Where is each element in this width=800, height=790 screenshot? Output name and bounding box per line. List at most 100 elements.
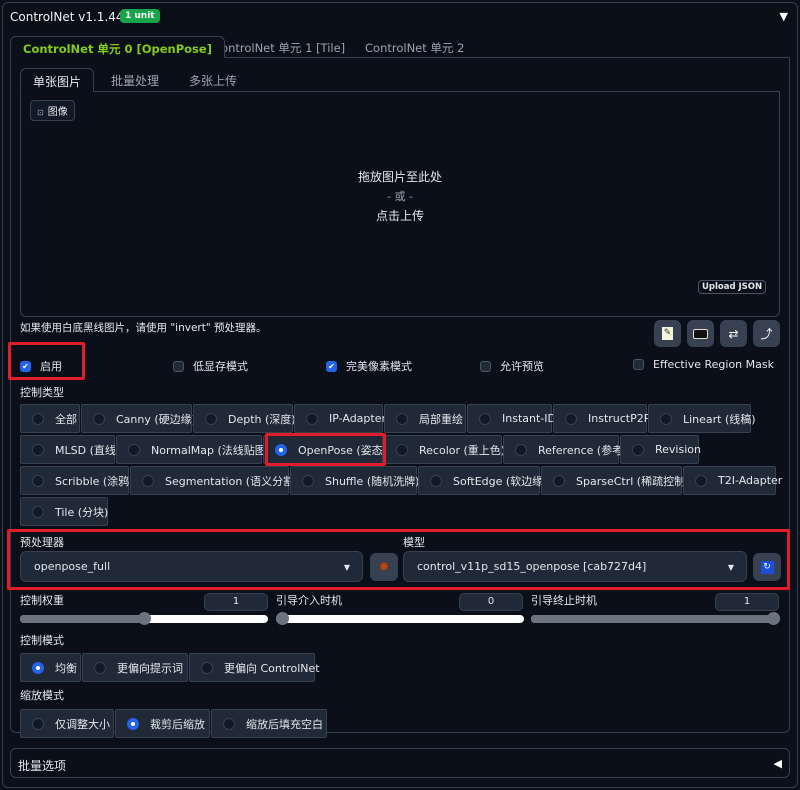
- edit-notes-icon[interactable]: ✎: [654, 320, 681, 347]
- guidance-start-slider[interactable]: [276, 612, 524, 625]
- chevron-down-icon: ▼: [343, 563, 350, 572]
- camera-icon[interactable]: [687, 320, 714, 347]
- control-type-option[interactable]: InstructP2P: [553, 404, 650, 433]
- control-weight-slider[interactable]: [20, 612, 268, 625]
- guidance-start-input[interactable]: 0: [459, 593, 523, 611]
- control-type-option-label: 全部: [55, 412, 77, 426]
- control-type-label: 控制类型: [20, 386, 64, 399]
- control-type-option-label: SoftEdge (软边缘): [453, 474, 548, 488]
- control-type-option[interactable]: 全部: [20, 404, 80, 433]
- image-label: ⊡ 图像: [30, 100, 75, 121]
- refresh-models-button[interactable]: ↻: [753, 553, 781, 581]
- invert-hint: 如果使用白底黑线图片，请使用 "invert" 预处理器。: [20, 322, 267, 334]
- pixel-perfect-checkbox[interactable]: ✔ 完美像素模式: [326, 358, 412, 374]
- control-type-option[interactable]: Revision: [620, 435, 701, 464]
- control-mode-option-label: 均衡: [55, 661, 77, 675]
- tab-single-image[interactable]: 单张图片: [20, 68, 95, 92]
- control-weight-input[interactable]: 1: [204, 593, 268, 611]
- control-type-option-label: Segmentation (语义分割): [165, 474, 299, 488]
- radio-icon: [94, 661, 106, 674]
- tab-unit-2[interactable]: ControlNet 单元 2: [353, 36, 476, 58]
- resize-mode-option-label: 仅调整大小: [55, 717, 110, 731]
- slider-handle[interactable]: [767, 612, 780, 625]
- guidance-end-input[interactable]: 1: [715, 593, 779, 611]
- control-type-option[interactable]: Reference (参考): [503, 435, 627, 464]
- triangle-left-icon[interactable]: ◀: [774, 757, 782, 770]
- radio-icon: [32, 717, 44, 730]
- batch-options-accordion[interactable]: [10, 748, 790, 778]
- or-text: - 或 -: [387, 190, 413, 203]
- control-type-option[interactable]: Depth (深度): [193, 404, 296, 433]
- guidance-end-slider[interactable]: [531, 612, 780, 625]
- resize-mode-option[interactable]: 缩放后填充空白: [211, 709, 327, 738]
- control-type-option[interactable]: IP-Adapter: [294, 404, 387, 433]
- control-type-option[interactable]: 局部重绘: [384, 404, 466, 433]
- radio-icon: [223, 717, 235, 730]
- radio-icon: [660, 412, 672, 425]
- control-type-option[interactable]: Recolor (重上色): [384, 435, 505, 464]
- control-type-option-label: IP-Adapter: [329, 412, 387, 425]
- resize-mode-option[interactable]: 裁剪后缩放: [115, 709, 210, 738]
- control-type-option[interactable]: Lineart (线稿): [648, 404, 756, 433]
- control-type-option-label: SparseCtrl (稀疏控制): [576, 474, 690, 488]
- control-type-option[interactable]: NormalMap (法线贴图): [116, 435, 270, 464]
- model-value: control_v11p_sd15_openpose [cab727d4]: [417, 560, 647, 573]
- slider-handle[interactable]: [276, 612, 289, 625]
- radio-icon: [142, 474, 154, 487]
- control-type-option-label: Depth (深度): [228, 412, 296, 426]
- control-type-option[interactable]: SoftEdge (软边缘): [418, 466, 547, 495]
- control-type-option[interactable]: MLSD (直线): [20, 435, 120, 464]
- control-type-option[interactable]: Shuffle (随机洗牌): [290, 466, 419, 495]
- tab-batch[interactable]: 批量处理: [99, 68, 171, 92]
- tab-multi-upload[interactable]: 多张上传: [177, 68, 249, 92]
- control-type-option[interactable]: Tile (分块): [20, 497, 108, 526]
- control-mode-option[interactable]: 均衡: [20, 653, 81, 682]
- radio-icon: [32, 412, 44, 425]
- control-type-option[interactable]: SparseCtrl (稀疏控制): [541, 466, 689, 495]
- triangle-down-icon[interactable]: ▼: [780, 10, 788, 23]
- control-type-option-label: Revision: [655, 443, 701, 456]
- enable-checkbox[interactable]: ✔ 启用: [20, 358, 62, 374]
- checkbox-box: [480, 360, 491, 372]
- effective-region-mask-checkbox[interactable]: Effective Region Mask: [633, 358, 774, 371]
- allow-preview-checkbox[interactable]: 允许预览: [480, 358, 544, 374]
- image-icon: ⊡: [37, 108, 44, 117]
- control-type-option-label: Tile (分块): [55, 505, 109, 519]
- tab-unit-0[interactable]: ControlNet 单元 0 [OpenPose]: [10, 36, 225, 58]
- resize-mode-label: 缩放模式: [20, 689, 64, 702]
- control-mode-option[interactable]: 更偏向 ControlNet: [189, 653, 320, 682]
- send-dimensions-icon[interactable]: ⤴: [753, 320, 780, 347]
- radio-icon: [479, 412, 491, 425]
- resize-mode-option[interactable]: 仅调整大小: [20, 709, 114, 738]
- control-type-option[interactable]: Scribble (涂鸦): [20, 466, 133, 495]
- guidance-start-label: 引导介入时机: [276, 594, 342, 607]
- panel-title: ControlNet v1.1.448: [10, 10, 132, 24]
- image-upload-area[interactable]: [20, 91, 780, 317]
- low-vram-checkbox[interactable]: 低显存模式: [173, 358, 248, 374]
- radio-icon: [430, 474, 442, 487]
- click-upload-text[interactable]: 点击上传: [0, 207, 800, 224]
- preprocessor-value: openpose_full: [34, 560, 111, 573]
- control-type-option[interactable]: Segmentation (语义分割): [130, 466, 298, 495]
- slider-handle[interactable]: [138, 612, 151, 625]
- control-mode-label: 控制模式: [20, 634, 64, 647]
- radio-icon: [302, 474, 314, 487]
- swap-icon[interactable]: ⇄: [720, 320, 747, 347]
- model-dropdown[interactable]: control_v11p_sd15_openpose [cab727d4] ▼: [403, 551, 747, 582]
- low-vram-label: 低显存模式: [193, 360, 248, 373]
- control-type-option[interactable]: Instant-ID: [467, 404, 556, 433]
- control-type-option[interactable]: Canny (硬边缘): [81, 404, 196, 433]
- radio-icon: [32, 474, 44, 487]
- guidance-end-label: 引导终止时机: [531, 594, 597, 607]
- refresh-icon: ↻: [760, 560, 774, 574]
- radio-icon: [695, 474, 707, 487]
- upload-json-button[interactable]: Upload JSON: [698, 280, 767, 294]
- resize-mode-option-label: 裁剪后缩放: [150, 717, 205, 731]
- control-type-option-label: NormalMap (法线贴图): [151, 443, 271, 457]
- check-icon: ✔: [20, 360, 31, 372]
- control-mode-option[interactable]: 更偏向提示词: [82, 653, 188, 682]
- control-type-option-label: Reference (参考): [538, 443, 628, 457]
- control-type-option[interactable]: T2I-Adapter: [683, 466, 782, 495]
- run-preprocessor-button[interactable]: ✸: [370, 553, 398, 581]
- preprocessor-dropdown[interactable]: openpose_full ▼: [20, 551, 363, 582]
